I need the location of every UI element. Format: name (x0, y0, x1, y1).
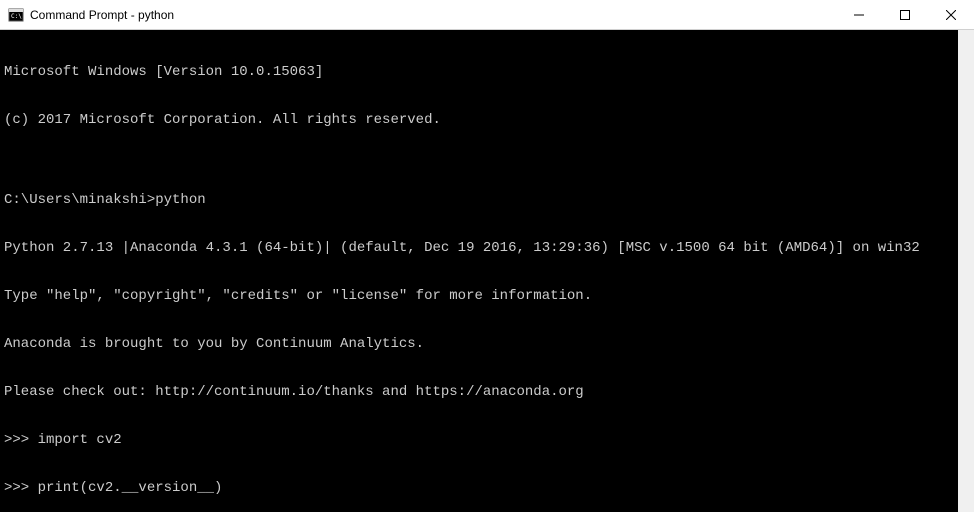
terminal-line: Python 2.7.13 |Anaconda 4.3.1 (64-bit)| … (4, 240, 958, 256)
window-controls (836, 0, 974, 29)
window-title: Command Prompt - python (30, 8, 836, 22)
minimize-button[interactable] (836, 0, 882, 29)
terminal-line: Please check out: http://continuum.io/th… (4, 384, 958, 400)
terminal-line: Anaconda is brought to you by Continuum … (4, 336, 958, 352)
app-icon: C:\ (8, 7, 24, 23)
titlebar: C:\ Command Prompt - python (0, 0, 974, 30)
svg-text:C:\: C:\ (11, 13, 22, 20)
terminal-line: >>> print(cv2.__version__) (4, 480, 958, 496)
terminal-line: >>> import cv2 (4, 432, 958, 448)
maximize-button[interactable] (882, 0, 928, 29)
terminal-line: C:\Users\minakshi>python (4, 192, 958, 208)
terminal-area[interactable]: Microsoft Windows [Version 10.0.15063] (… (0, 30, 974, 512)
terminal-line: Type "help", "copyright", "credits" or "… (4, 288, 958, 304)
close-button[interactable] (928, 0, 974, 29)
terminal-line: Microsoft Windows [Version 10.0.15063] (4, 64, 958, 80)
terminal-line: (c) 2017 Microsoft Corporation. All righ… (4, 112, 958, 128)
